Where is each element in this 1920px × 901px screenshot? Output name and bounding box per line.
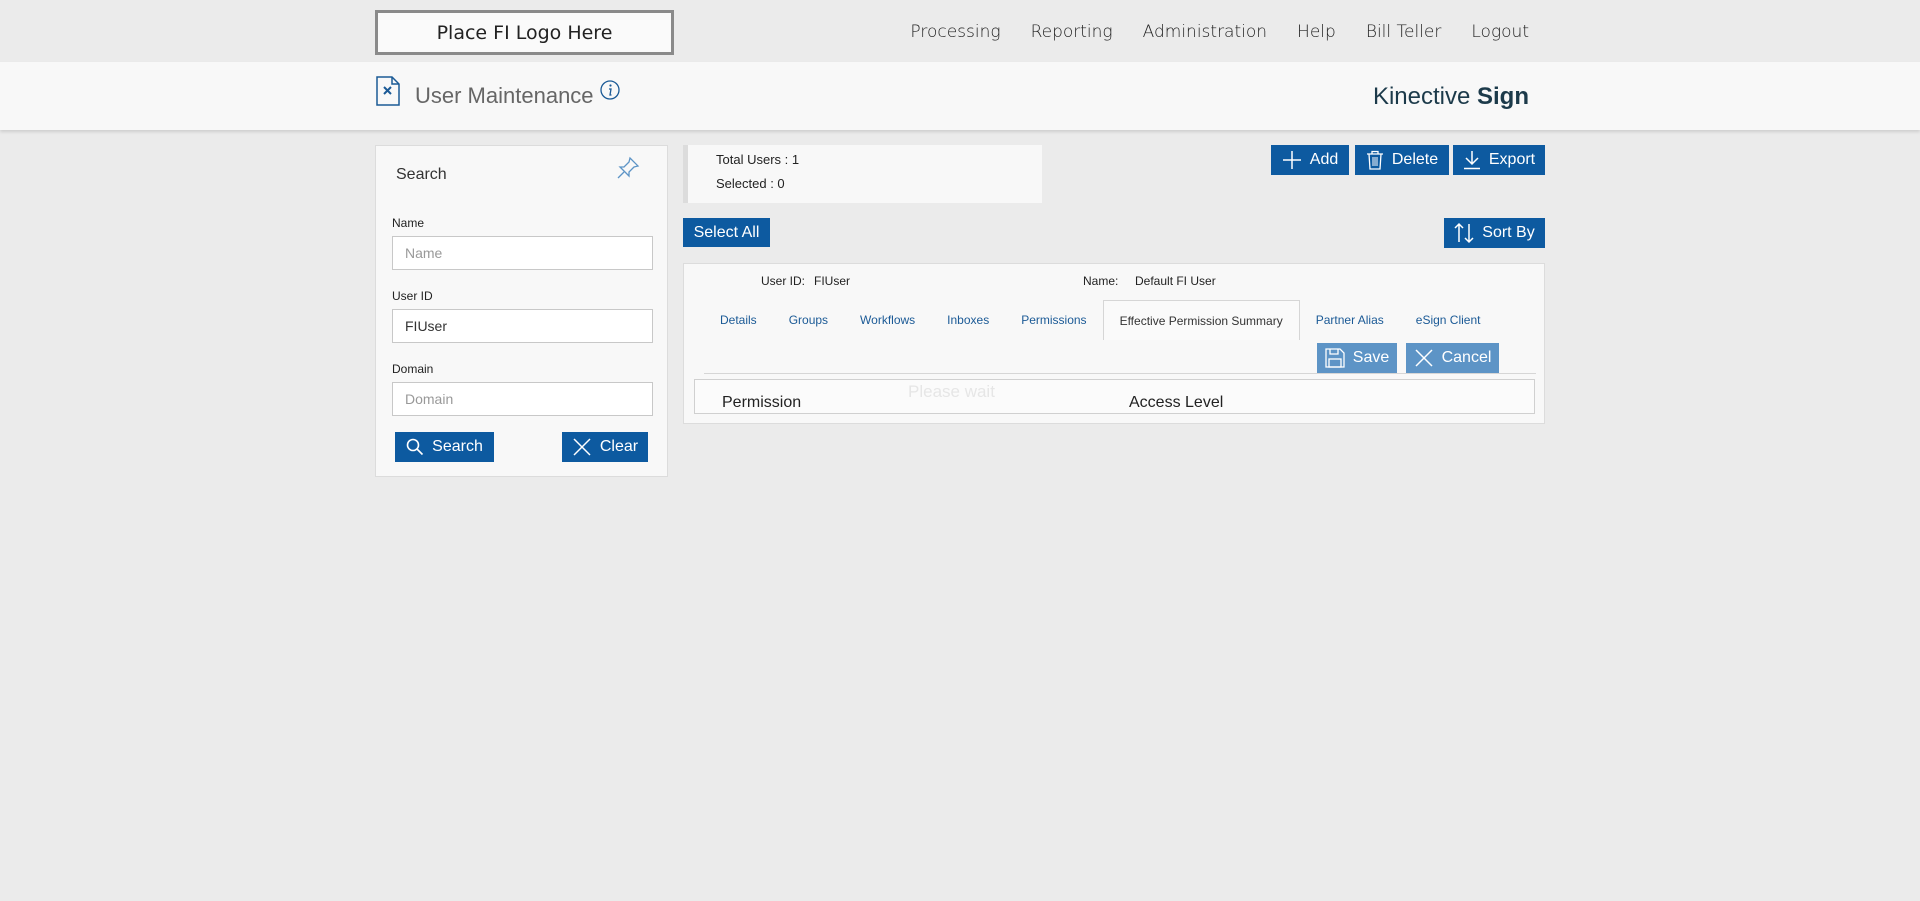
loading-overlay-text: Please wait [908, 382, 995, 401]
info-icon[interactable] [600, 80, 620, 100]
user-count-summary: Total Users : 1 Selected : 0 [683, 145, 1042, 203]
permission-summary-table: Please wait Permission Access Level [694, 379, 1535, 414]
tab-partner-alias[interactable]: Partner Alias [1300, 300, 1400, 340]
page-header: User Maintenance Kinective Sign [0, 62, 1920, 130]
search-panel-title: Search [396, 166, 447, 183]
close-icon [1415, 349, 1433, 367]
main-nav: Processing Reporting Administration Help… [880, 22, 1529, 42]
total-users-count: Total Users : 1 [716, 152, 800, 167]
clear-button[interactable]: Clear [562, 432, 648, 462]
user-detail-tabs: Details Groups Workflows Inboxes Permiss… [704, 300, 1497, 340]
tab-permissions[interactable]: Permissions [1005, 300, 1102, 340]
export-button[interactable]: Export [1453, 145, 1545, 175]
pin-icon[interactable] [614, 154, 642, 182]
close-icon [573, 438, 591, 456]
trash-icon [1366, 150, 1383, 170]
select-all-button[interactable]: Select All [683, 218, 770, 247]
fi-logo-placeholder: Place FI Logo Here [375, 10, 674, 55]
search-panel: Search Name User ID Domain Search Clear [375, 145, 668, 477]
user-maintenance-icon [376, 76, 400, 106]
search-icon [406, 438, 424, 456]
domain-label: Domain [392, 362, 434, 376]
plus-icon [1282, 151, 1301, 169]
detail-name-label: Name: [1083, 274, 1119, 288]
tab-effective-permission-summary[interactable]: Effective Permission Summary [1102, 300, 1300, 340]
name-label: Name [392, 216, 425, 230]
nav-user-profile[interactable]: Bill Teller [1366, 22, 1442, 42]
save-icon [1325, 348, 1345, 368]
search-button[interactable]: Search [395, 432, 494, 462]
column-header-access-level[interactable]: Access Level [1129, 394, 1223, 412]
userid-input[interactable] [392, 309, 653, 343]
nav-administration[interactable]: Administration [1143, 22, 1267, 42]
selected-count: Selected : 0 [716, 176, 785, 191]
tab-divider [704, 373, 1536, 374]
delete-button[interactable]: Delete [1355, 145, 1449, 175]
top-navigation-bar: Place FI Logo Here Processing Reporting … [0, 0, 1920, 62]
tab-esign-client[interactable]: eSign Client [1400, 300, 1497, 340]
save-button[interactable]: Save [1317, 343, 1397, 373]
brand-logo: Kinective Sign [1372, 83, 1529, 110]
cancel-button[interactable]: Cancel [1406, 343, 1499, 373]
sort-by-button[interactable]: Sort By [1444, 218, 1545, 248]
sort-icon [1454, 222, 1474, 244]
tab-workflows[interactable]: Workflows [844, 300, 931, 340]
nav-logout[interactable]: Logout [1471, 22, 1529, 42]
tab-groups[interactable]: Groups [773, 300, 844, 340]
tab-details[interactable]: Details [704, 300, 773, 340]
user-detail-card: User ID: FIUser Name: Default FI User De… [683, 263, 1545, 424]
userid-label: User ID [392, 289, 433, 303]
column-header-permission[interactable]: Permission [722, 394, 801, 412]
page-title: User Maintenance [415, 83, 594, 108]
nav-reporting[interactable]: Reporting [1031, 22, 1113, 42]
download-icon [1463, 151, 1480, 170]
detail-name-value: Default FI User [1135, 274, 1216, 288]
nav-processing[interactable]: Processing [910, 22, 1000, 42]
add-button[interactable]: Add [1271, 145, 1349, 175]
tab-inboxes[interactable]: Inboxes [931, 300, 1005, 340]
nav-help[interactable]: Help [1297, 22, 1336, 42]
detail-userid-value: FIUser [814, 274, 850, 288]
detail-userid-label: User ID: [761, 274, 806, 288]
name-input[interactable] [392, 236, 653, 270]
domain-input[interactable] [392, 382, 653, 416]
